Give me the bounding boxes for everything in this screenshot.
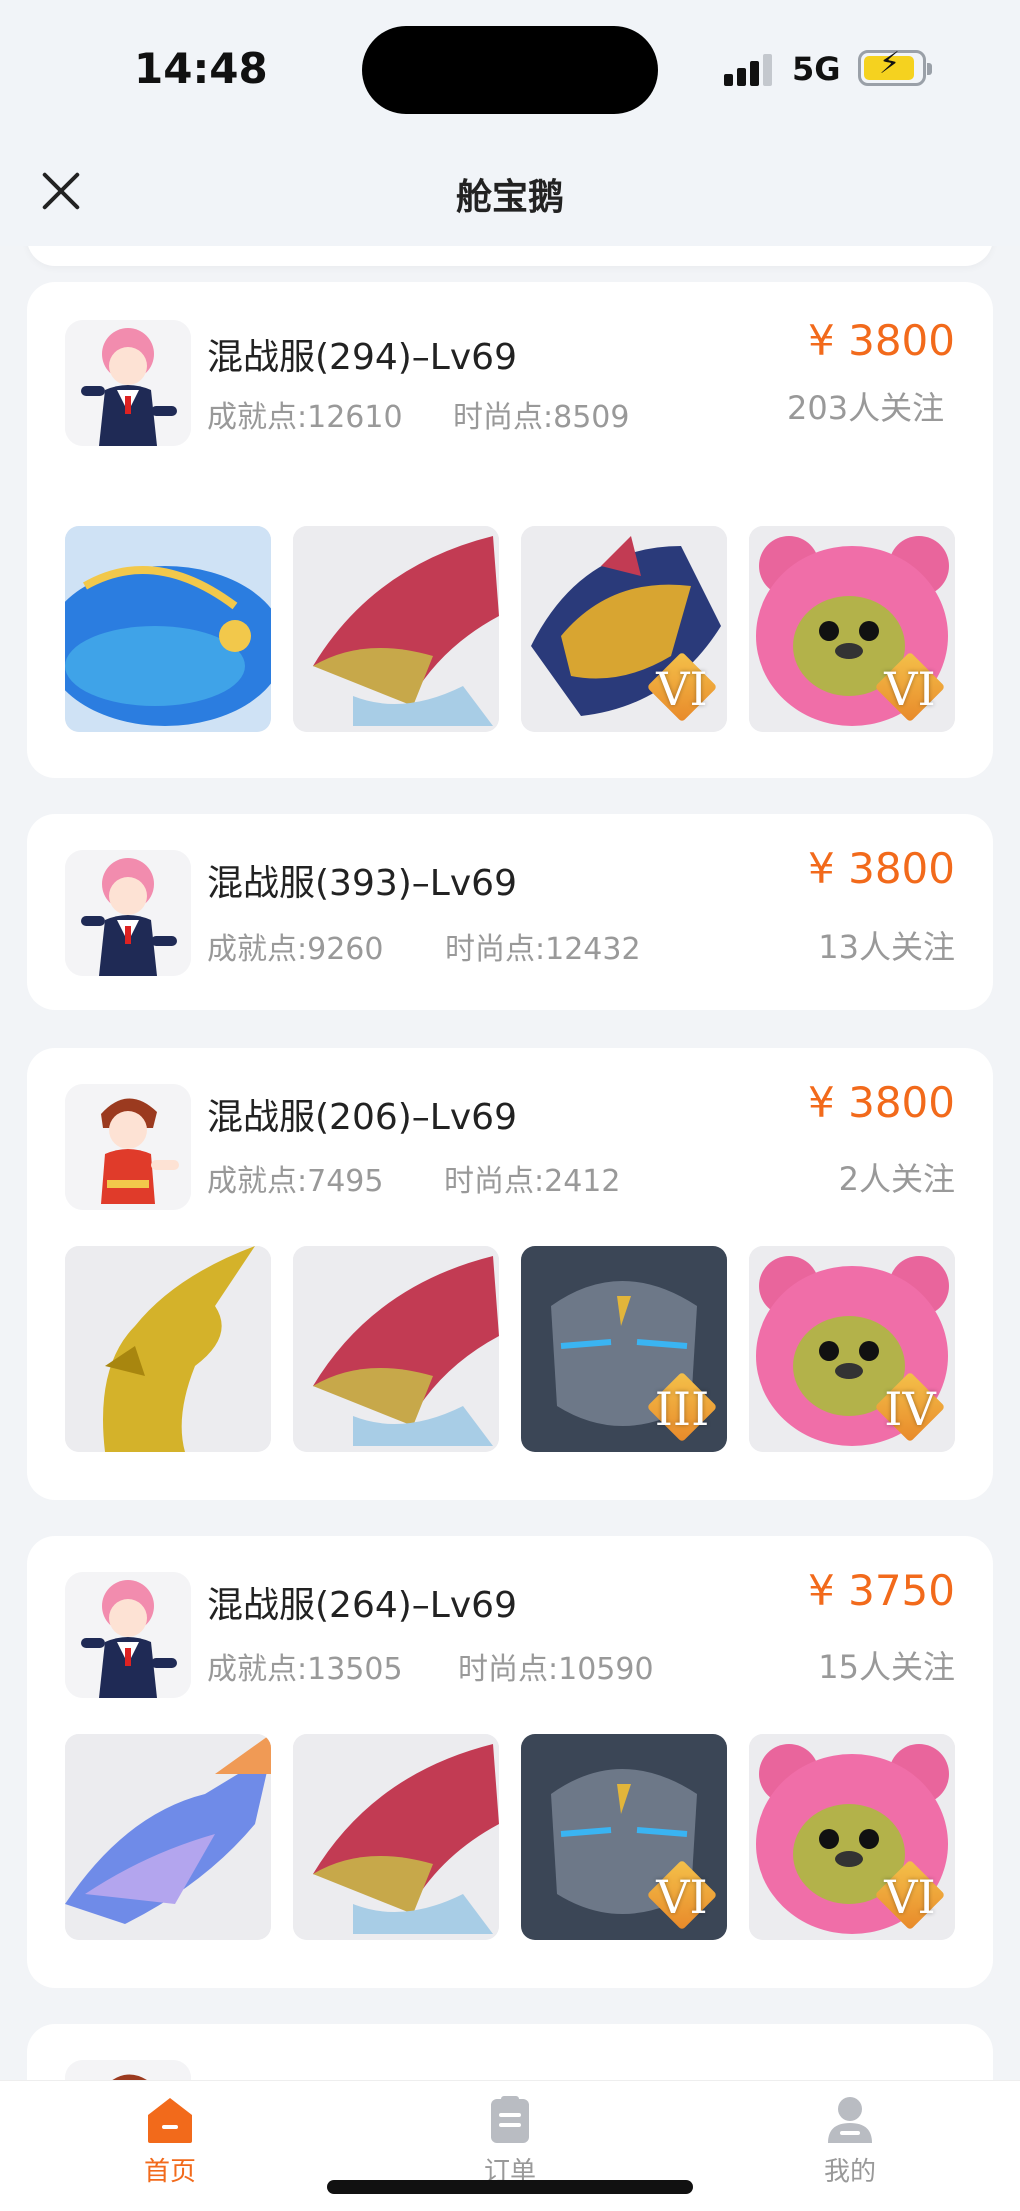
server-level: 混战服(206)–Lv69 <box>207 1097 517 1138</box>
ice-dragon-icon[interactable] <box>65 1734 271 1940</box>
price: ¥ 3750 <box>808 1566 955 1615</box>
character-avatar <box>65 1084 191 1210</box>
home-icon <box>145 2095 195 2145</box>
dynamic-island <box>362 26 658 114</box>
achievement-points: 成就点:9260 <box>207 932 384 967</box>
follower-count: 13人关注 <box>818 928 955 966</box>
price: ¥ 3800 <box>808 316 955 365</box>
character-avatar <box>65 2060 191 2080</box>
follower-count: 15人关注 <box>818 1648 955 1686</box>
fashion-points: 时尚点:2412 <box>444 1164 621 1199</box>
whale-mount-icon[interactable] <box>65 526 271 732</box>
tier-badge: IV <box>871 1368 949 1446</box>
home-indicator <box>327 2180 693 2194</box>
previous-card-edge <box>27 246 993 266</box>
tier-badge: III <box>643 1368 721 1446</box>
follower-count: 2人关注 <box>838 1160 955 1198</box>
golden-phoenix-icon[interactable] <box>65 1246 271 1452</box>
red-dragon-icon[interactable] <box>293 1734 499 1940</box>
pink-bear-icon[interactable]: VI <box>749 1734 955 1940</box>
character-avatar <box>65 850 191 976</box>
gold-dragon-icon[interactable]: VI <box>521 526 727 732</box>
achievement-points: 成就点:13505 <box>207 1652 403 1687</box>
listing-card[interactable]: 混战服(294)–Lv69 成就点:12610 时尚点:8509 ¥ 3800 … <box>27 282 993 778</box>
nav-header: 舱宝鹅 <box>0 140 1020 246</box>
character-avatar <box>65 1572 191 1698</box>
fashion-points: 时尚点:8509 <box>453 400 630 435</box>
status-bar: 14:48 5G ⚡ <box>0 0 1020 140</box>
listing-card[interactable]: 混战服(264)–Lv69 成就点:13505 时尚点:10590 ¥ 3750… <box>27 1536 993 1988</box>
item-thumbnails: VI VI <box>65 1734 955 1940</box>
page-title: 舱宝鹅 <box>455 177 564 218</box>
listing-card-partial[interactable] <box>27 2024 993 2080</box>
tier-badge: VI <box>643 648 721 726</box>
tier-badge: VI <box>643 1856 721 1934</box>
tab-mine-label: 我的 <box>823 2157 876 2187</box>
orders-icon <box>485 2095 535 2145</box>
item-thumbnails: VI VI <box>65 526 955 732</box>
listing-list[interactable]: 混战服(294)–Lv69 成就点:12610 时尚点:8509 ¥ 3800 … <box>0 246 1020 2080</box>
achievement-points: 成就点:12610 <box>207 400 403 435</box>
server-level: 混战服(393)–Lv69 <box>207 863 517 904</box>
character-avatar <box>65 320 191 446</box>
battery-icon: ⚡ <box>858 49 932 86</box>
stone-golem-icon[interactable]: III <box>521 1246 727 1452</box>
tab-mine[interactable]: 我的 <box>770 2095 930 2188</box>
fashion-points: 时尚点:10590 <box>458 1652 654 1687</box>
pink-bear-icon[interactable]: IV <box>749 1246 955 1452</box>
fashion-points: 时尚点:12432 <box>445 932 641 967</box>
price: ¥ 3800 <box>808 1078 955 1127</box>
red-dragon-icon[interactable] <box>293 526 499 732</box>
signal-icon <box>724 54 776 86</box>
item-thumbnails: III IV <box>65 1246 955 1452</box>
user-icon <box>825 2095 875 2145</box>
price: ¥ 3800 <box>808 844 955 893</box>
status-time: 14:48 <box>134 44 268 93</box>
achievement-points: 成就点:7495 <box>207 1164 384 1199</box>
stone-golem-icon[interactable]: VI <box>521 1734 727 1940</box>
red-dragon-icon[interactable] <box>293 1246 499 1452</box>
tab-home[interactable]: 首页 <box>90 2095 250 2188</box>
server-level: 混战服(294)–Lv69 <box>207 337 517 378</box>
server-level: 混战服(264)–Lv69 <box>207 1585 517 1626</box>
follower-count: 203人关注 <box>787 389 945 427</box>
tab-orders[interactable]: 订单 <box>430 2095 590 2188</box>
tier-badge: VI <box>871 1856 949 1934</box>
tab-home-label: 首页 <box>143 2157 196 2187</box>
listing-card[interactable]: 混战服(393)–Lv69 成就点:9260 时尚点:12432 ¥ 3800 … <box>27 814 993 1010</box>
pink-bear-icon[interactable]: VI <box>749 526 955 732</box>
network-type: 5G <box>792 50 841 88</box>
tier-badge: VI <box>871 648 949 726</box>
listing-card[interactable]: 混战服(206)–Lv69 成就点:7495 时尚点:2412 ¥ 3800 2… <box>27 1048 993 1500</box>
